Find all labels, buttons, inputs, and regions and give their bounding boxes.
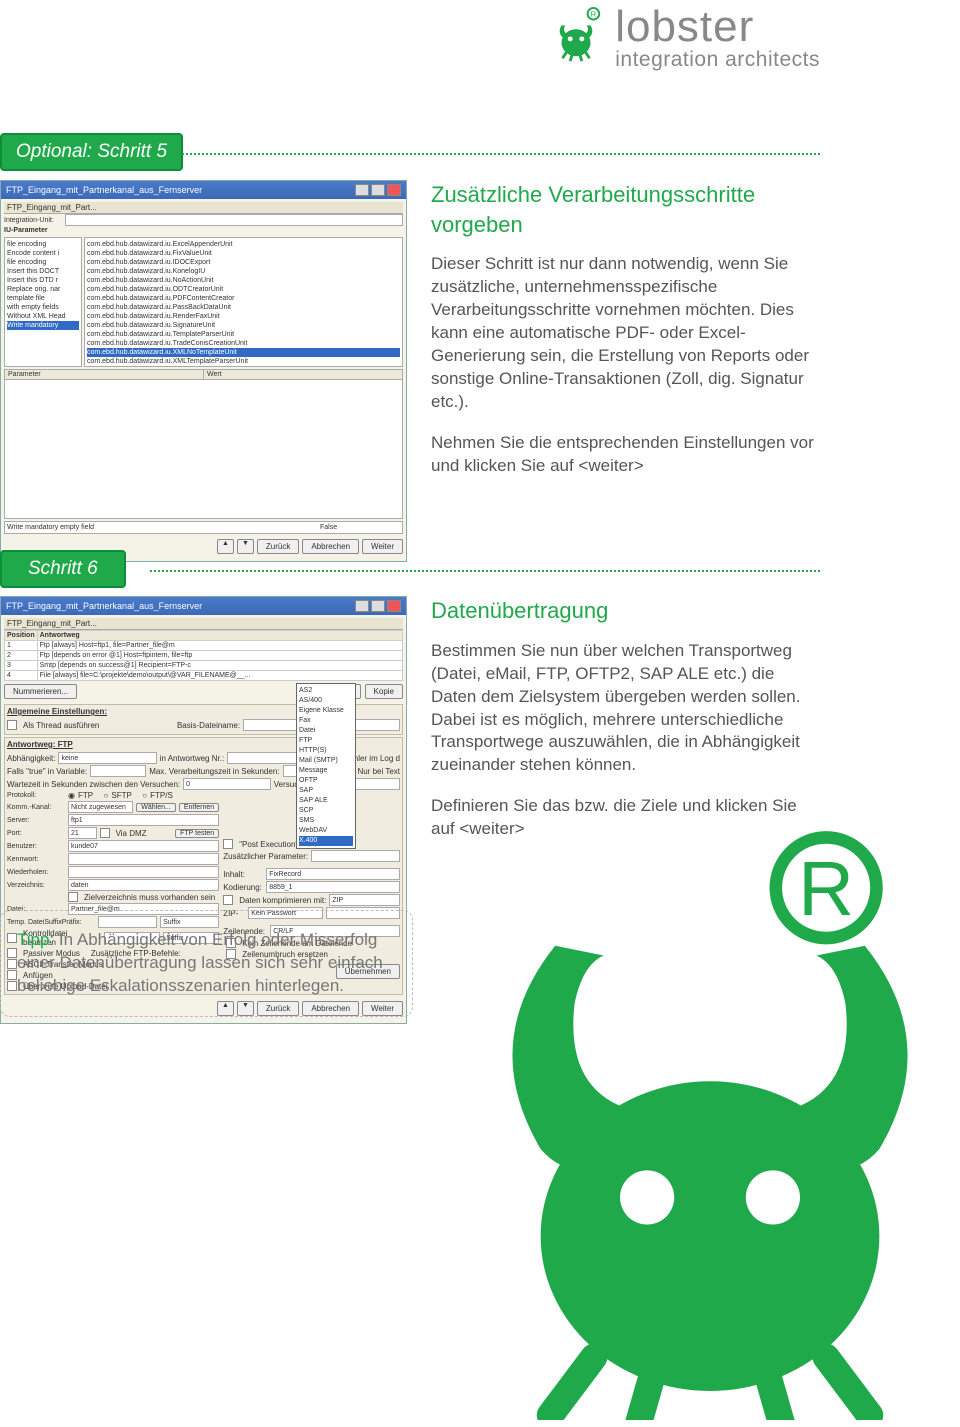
- zip-select[interactable]: ZIP: [329, 894, 400, 906]
- step5-p1: Dieser Schritt ist nur dann notwendig, w…: [431, 253, 820, 414]
- password-input[interactable]: [68, 853, 219, 865]
- select-channel-button[interactable]: Wählen...: [136, 803, 176, 812]
- window-subtitle: FTP_Eingang_mit_Part...: [4, 202, 403, 214]
- param-table[interactable]: Parameter Wert: [4, 369, 403, 519]
- svg-text:R: R: [798, 846, 854, 932]
- channel-input[interactable]: Nicht zugewiesen: [68, 801, 133, 813]
- nav-up-button[interactable]: ▲: [217, 539, 234, 554]
- tipp-box: Tipp: In Abhängigkeit von Erfolg oder Mi…: [0, 910, 413, 1017]
- thread-checkbox[interactable]: [7, 720, 17, 730]
- ftp-test-button[interactable]: FTP testen: [175, 829, 219, 838]
- port-input[interactable]: 21: [68, 827, 97, 839]
- protocol-sftp-radio[interactable]: ○: [104, 791, 109, 800]
- divider: [178, 153, 820, 155]
- extra-param-input[interactable]: [311, 850, 400, 862]
- step6-title: Datenübertragung: [431, 596, 820, 626]
- step5-title: Zusätzliche Verarbeitungsschritte vorgeb…: [431, 180, 820, 239]
- brand-logo: R lobster integration architects: [547, 5, 820, 70]
- lobster-icon: R: [547, 5, 605, 70]
- lobster-watermark-icon: R: [430, 820, 960, 1420]
- postexec-checkbox[interactable]: [223, 839, 233, 849]
- tipp-label: Tipp:: [17, 930, 54, 949]
- iu-param-label: IU-Parameter: [4, 227, 62, 234]
- tipp-text: In Abhängigkeit von Erfolg oder Misserfo…: [17, 930, 383, 995]
- cancel-button[interactable]: Abbrechen: [302, 539, 359, 554]
- step5-badge: Optional: Schritt 5: [0, 133, 183, 171]
- footer-val: False: [320, 524, 400, 531]
- svg-text:R: R: [591, 10, 597, 19]
- integration-label: Integration-Unit:: [4, 217, 62, 224]
- renumber-button[interactable]: Nummerieren...: [4, 684, 77, 699]
- server-input[interactable]: ftp1: [68, 814, 219, 826]
- step5-section: FTP_Eingang_mit_Partnerkanal_aus_Fernser…: [0, 180, 820, 562]
- encoding-select[interactable]: 8859_1: [266, 881, 400, 893]
- next-button[interactable]: Weiter: [362, 539, 403, 554]
- compress-checkbox[interactable]: [223, 895, 233, 905]
- window-controls: [355, 184, 401, 196]
- param-left-list[interactable]: file encodingEncode content ifile encodi…: [4, 237, 82, 367]
- nav-down-button[interactable]: ▼: [237, 539, 254, 554]
- content-select[interactable]: FixRecord: [266, 868, 400, 880]
- step6-badge: Schritt 6: [0, 550, 126, 588]
- window-subtitle: FTP_Eingang_mit_Part...: [4, 618, 403, 630]
- iu-dropdown-list[interactable]: com.ebd.hub.datawizard.iu.ExcelAppenderU…: [84, 237, 403, 367]
- user-input[interactable]: kunde07: [68, 840, 219, 852]
- password-repeat-input[interactable]: [68, 866, 219, 878]
- window-title: FTP_Eingang_mit_Partnerkanal_aus_Fernser…: [6, 185, 202, 195]
- routes-table[interactable]: PositionAntwortweg 1Ftp [always] Host=ft…: [4, 630, 403, 681]
- protocol-ftps-radio[interactable]: ○: [142, 791, 147, 800]
- copy-button[interactable]: Kopie: [365, 684, 403, 699]
- dir-must-exist-checkbox[interactable]: [68, 892, 78, 902]
- divider: [150, 570, 820, 572]
- protocol-ftp-radio[interactable]: ◉: [68, 791, 75, 800]
- brand-name: lobster: [615, 5, 820, 49]
- window-title: FTP_Eingang_mit_Partnerkanal_aus_Fernser…: [6, 601, 202, 611]
- directory-input[interactable]: daten: [68, 879, 219, 891]
- wait-input[interactable]: 0: [183, 778, 271, 790]
- dependency-select[interactable]: keine: [58, 752, 156, 764]
- var-input[interactable]: [90, 765, 146, 777]
- step5-p2: Nehmen Sie die entsprechenden Einstellun…: [431, 432, 820, 478]
- step6-p1: Bestimmen Sie nun über welchen Transport…: [431, 640, 820, 778]
- dmz-checkbox[interactable]: [100, 828, 110, 838]
- screenshot-step5: FTP_Eingang_mit_Partnerkanal_aus_Fernser…: [0, 180, 407, 562]
- integration-combo[interactable]: [65, 214, 403, 226]
- window-controls: [355, 600, 401, 612]
- footer-msg: Write mandatory empty field: [7, 524, 317, 531]
- transport-popup[interactable]: AS2AS/400Eigene KlasseFaxDateiFTPHTTP(S)…: [296, 683, 356, 849]
- brand-tagline: integration architects: [615, 49, 820, 70]
- back-button[interactable]: Zurück: [257, 539, 299, 554]
- remove-channel-button[interactable]: Entfernen: [179, 803, 219, 812]
